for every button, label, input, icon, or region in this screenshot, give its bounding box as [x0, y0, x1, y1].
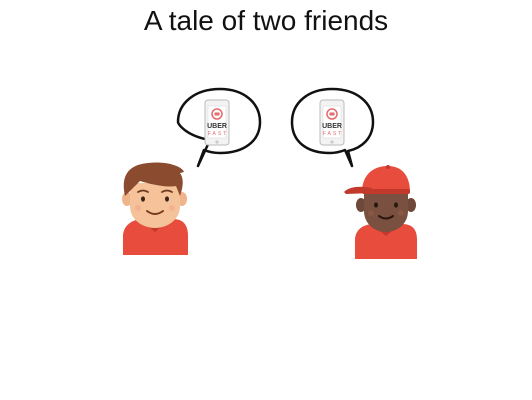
illustration-scene: UBER FAST UBER FAST — [122, 87, 417, 259]
phone-icon: UBER FAST — [204, 99, 230, 146]
slide: A tale of two friends UBER FAST UBER FAS… — [0, 0, 532, 400]
left-friend-bubble: UBER FAST — [176, 87, 262, 168]
phone-brand-text: UBER — [207, 123, 227, 130]
app-logo-icon — [211, 108, 223, 120]
phone-brand-text: UBER — [322, 123, 342, 130]
app-logo-icon — [326, 108, 338, 120]
phone-sub-text: FAST — [323, 131, 344, 137]
right-friend-avatar — [344, 165, 417, 259]
right-friend-bubble: UBER FAST — [290, 87, 375, 168]
phone-icon: UBER FAST — [319, 99, 345, 146]
left-friend-avatar — [122, 162, 188, 255]
phone-sub-text: FAST — [208, 131, 229, 137]
